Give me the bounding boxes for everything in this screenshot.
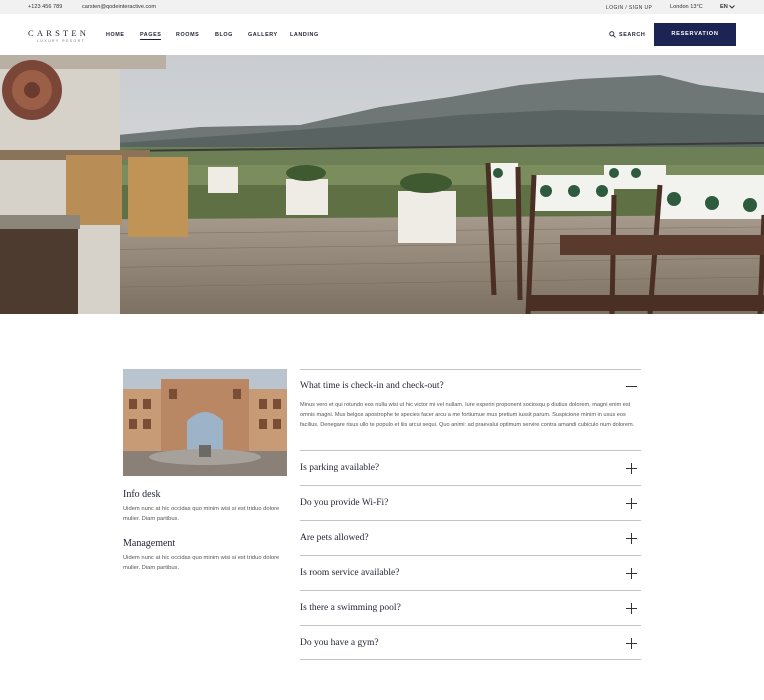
hotel-building-image (123, 369, 287, 476)
nav-item-gallery[interactable]: GALLERY (248, 32, 278, 38)
logo-name: CARSTEN (28, 28, 90, 38)
faq-question[interactable]: What time is check-in and check-out? (300, 381, 444, 391)
management-text: Uidem nunc at hic occidas quo minim wisi… (123, 555, 280, 571)
plus-icon[interactable] (626, 463, 637, 474)
faq-question[interactable]: Is there a swimming pool? (300, 603, 401, 613)
info-desk-text: Uidem nunc at hic occidas quo minim wisi… (123, 506, 280, 522)
faq-item[interactable]: Is room service available? (300, 556, 641, 591)
nav-item-home[interactable]: HOME (106, 32, 125, 38)
faq-answer: Minus vero et qui rotundo eos nulla wisi… (300, 402, 635, 429)
top-bar: +123 456 789 carsten@qodeinteractive.com… (0, 0, 764, 14)
plus-icon[interactable] (626, 498, 637, 509)
faq-item[interactable]: Do you have a gym? (300, 626, 641, 660)
main-header: CARSTEN LUXURY RESORT HOME PAGES ROOMS B… (0, 14, 764, 56)
faq-question[interactable]: Do you have a gym? (300, 638, 379, 648)
faq-question[interactable]: Is room service available? (300, 568, 399, 578)
search-icon (609, 31, 616, 38)
language-selector[interactable]: EN (720, 4, 735, 10)
plus-icon[interactable] (626, 533, 637, 544)
weather-widget: London 13°C (670, 4, 703, 10)
nav-item-pages[interactable]: PAGES (140, 32, 162, 40)
faq-question[interactable]: Do you provide Wi-Fi? (300, 498, 388, 508)
search-label: SEARCH (619, 31, 646, 38)
faq-item[interactable]: Are pets allowed? (300, 521, 641, 556)
phone-number[interactable]: +123 456 789 (28, 4, 62, 10)
search-button[interactable]: SEARCH (609, 31, 645, 38)
faq-item[interactable]: Is there a swimming pool? (300, 591, 641, 626)
reservation-button[interactable]: RESERVATION (654, 23, 736, 46)
faq-item[interactable]: Is parking available? (300, 451, 641, 486)
nav-item-blog[interactable]: BLOG (215, 32, 233, 38)
login-signup-link[interactable]: LOGIN / SIGN UP (606, 5, 652, 11)
logo[interactable]: CARSTEN LUXURY RESORT (28, 28, 89, 43)
management-title: Management (123, 538, 176, 549)
plus-icon[interactable] (626, 638, 637, 649)
faq-question[interactable]: Are pets allowed? (300, 533, 369, 543)
hero-image-terrace (0, 55, 764, 314)
faq-question[interactable]: Is parking available? (300, 463, 379, 473)
plus-icon[interactable] (626, 568, 637, 579)
faq-item[interactable]: Do you provide Wi-Fi? (300, 486, 641, 521)
email-link[interactable]: carsten@qodeinteractive.com (82, 4, 156, 10)
plus-icon[interactable] (626, 603, 637, 614)
info-desk-title: Info desk (123, 489, 161, 500)
chevron-down-icon (728, 4, 735, 9)
nav-item-landing[interactable]: LANDING (290, 32, 319, 38)
logo-tagline: LUXURY RESORT (37, 39, 86, 43)
faq-item[interactable]: What time is check-in and check-out? Min… (300, 369, 641, 451)
nav-item-rooms[interactable]: ROOMS (176, 32, 199, 38)
language-label: EN (720, 4, 728, 10)
minus-icon[interactable] (626, 381, 637, 392)
